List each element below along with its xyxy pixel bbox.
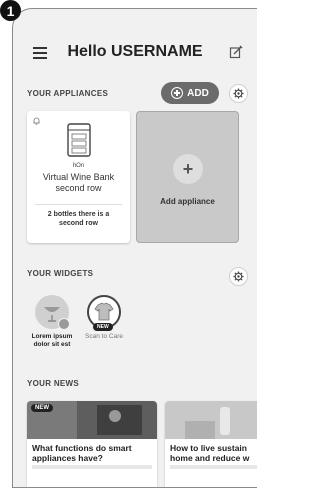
appliance-status-line2: second row [59, 220, 98, 227]
add-appliance-button[interactable]: ADD [161, 82, 219, 104]
new-badge: NEW [31, 404, 53, 412]
news-title-line1: What functions do smart [32, 443, 132, 453]
news-card[interactable]: How to live sustain home and reduce w [165, 401, 257, 487]
appliances-settings-button[interactable] [229, 84, 248, 103]
add-appliance-label: Add appliance [160, 197, 215, 206]
wine-fridge-icon [67, 123, 91, 157]
bell-icon [33, 117, 40, 125]
news-excerpt-faded [32, 465, 152, 469]
news-card[interactable]: NEW What functions do smart appliances h… [27, 401, 157, 487]
widget-label-line1: Lorem ipsum [31, 333, 73, 340]
widgets-section-title: YOUR WIDGETS [27, 269, 94, 278]
news-title: What functions do smart appliances have? [32, 443, 157, 463]
news-title-line2: home and reduce w [170, 453, 250, 463]
news-excerpt-faded [170, 465, 257, 469]
news-section-title: YOUR NEWS [27, 379, 80, 388]
widget-scan-to-care[interactable]: NEW Scan to Care [81, 295, 127, 341]
greeting-title: Hello USERNAME [67, 43, 203, 60]
card-divider [35, 204, 122, 205]
news-title-line1: How to live sustain [170, 443, 247, 453]
appliance-name-line1: Virtual Wine Bank [42, 172, 115, 182]
gear-icon [233, 88, 244, 99]
news-image [165, 401, 257, 439]
phone-screen: Hello USERNAME YOUR APPLIANCES ADD hOn V… [12, 8, 257, 488]
appliance-status-line1: 2 bottles there is a [47, 211, 110, 218]
add-appliance-card[interactable]: + Add appliance [136, 111, 239, 243]
gear-icon [233, 271, 244, 282]
step-number-badge: 1 [0, 0, 21, 21]
app-header: Hello USERNAME [13, 39, 257, 67]
widget-label: Lorem ipsum dolor sit est [29, 333, 75, 349]
appliance-status: 2 bottles there is a second row [33, 210, 124, 228]
add-button-label: ADD [187, 87, 209, 99]
widget-label: Scan to Care [85, 333, 123, 340]
appliance-card-wine-bank[interactable]: hOn Virtual Wine Bank second row 2 bottl… [27, 111, 130, 243]
appliance-brand: hOn [72, 163, 85, 169]
widget-icon-circle [35, 295, 70, 330]
plus-icon: + [173, 154, 203, 184]
widget-lorem-ipsum[interactable]: Lorem ipsum dolor sit est [29, 295, 75, 349]
widget-icon-circle: NEW [87, 295, 121, 331]
add-circle-icon [171, 87, 184, 99]
widgets-settings-button[interactable] [229, 267, 248, 286]
appliances-section-title: YOUR APPLIANCES [27, 89, 109, 98]
widget-status-dot [58, 318, 70, 330]
news-title-line2: appliances have? [32, 453, 103, 463]
edit-icon[interactable] [229, 45, 243, 59]
new-badge: NEW [93, 323, 113, 331]
news-title: How to live sustain home and reduce w [170, 443, 257, 463]
widget-label-line2: dolor sit est [33, 341, 71, 348]
appliance-name: Virtual Wine Bank second row [27, 172, 130, 194]
appliance-name-line2: second row [55, 183, 102, 193]
